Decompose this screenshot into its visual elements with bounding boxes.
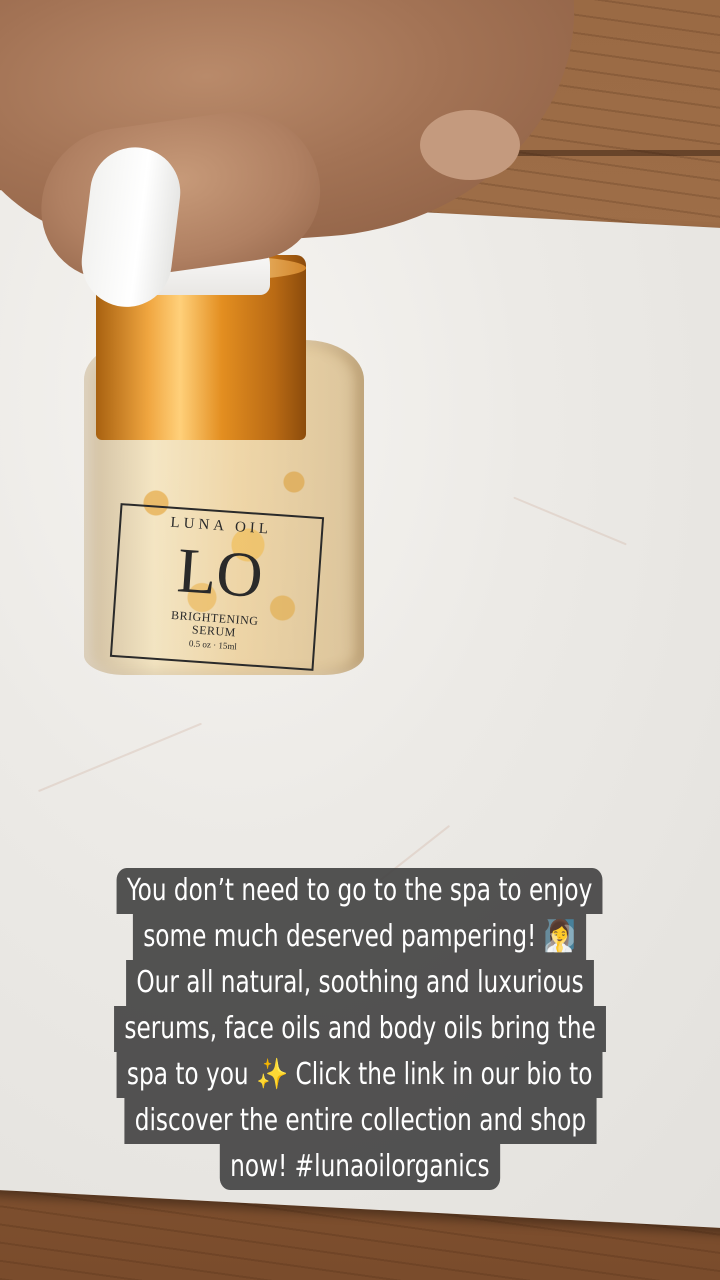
caption-line: You don’t need to go to the spa to enjoy xyxy=(116,868,604,914)
caption-line: serums, face oils and body oils bring th… xyxy=(113,1006,607,1052)
knuckle xyxy=(420,110,520,180)
label-monogram: LO xyxy=(174,534,266,612)
story-caption: You don’t need to go to the spa to enjoy… xyxy=(0,868,720,1190)
caption-line: Our all natural, soothing and luxurious xyxy=(126,960,594,1006)
marble-vein xyxy=(38,722,202,793)
caption-line: some much deserved pampering! 🧖‍♀️ xyxy=(133,914,587,960)
label-name-line2: SERUM xyxy=(191,622,237,640)
caption-line-hashtag: now! #lunaoilorganics xyxy=(219,1144,501,1190)
bottle-label: LUNA OIL LO BRIGHTENING SERUM 0.5 oz · 1… xyxy=(109,503,325,671)
caption-line: discover the entire collection and shop xyxy=(124,1098,596,1144)
caption-line: spa to you ✨ Click the link in our bio t… xyxy=(116,1052,604,1098)
marble-vein xyxy=(513,496,627,546)
